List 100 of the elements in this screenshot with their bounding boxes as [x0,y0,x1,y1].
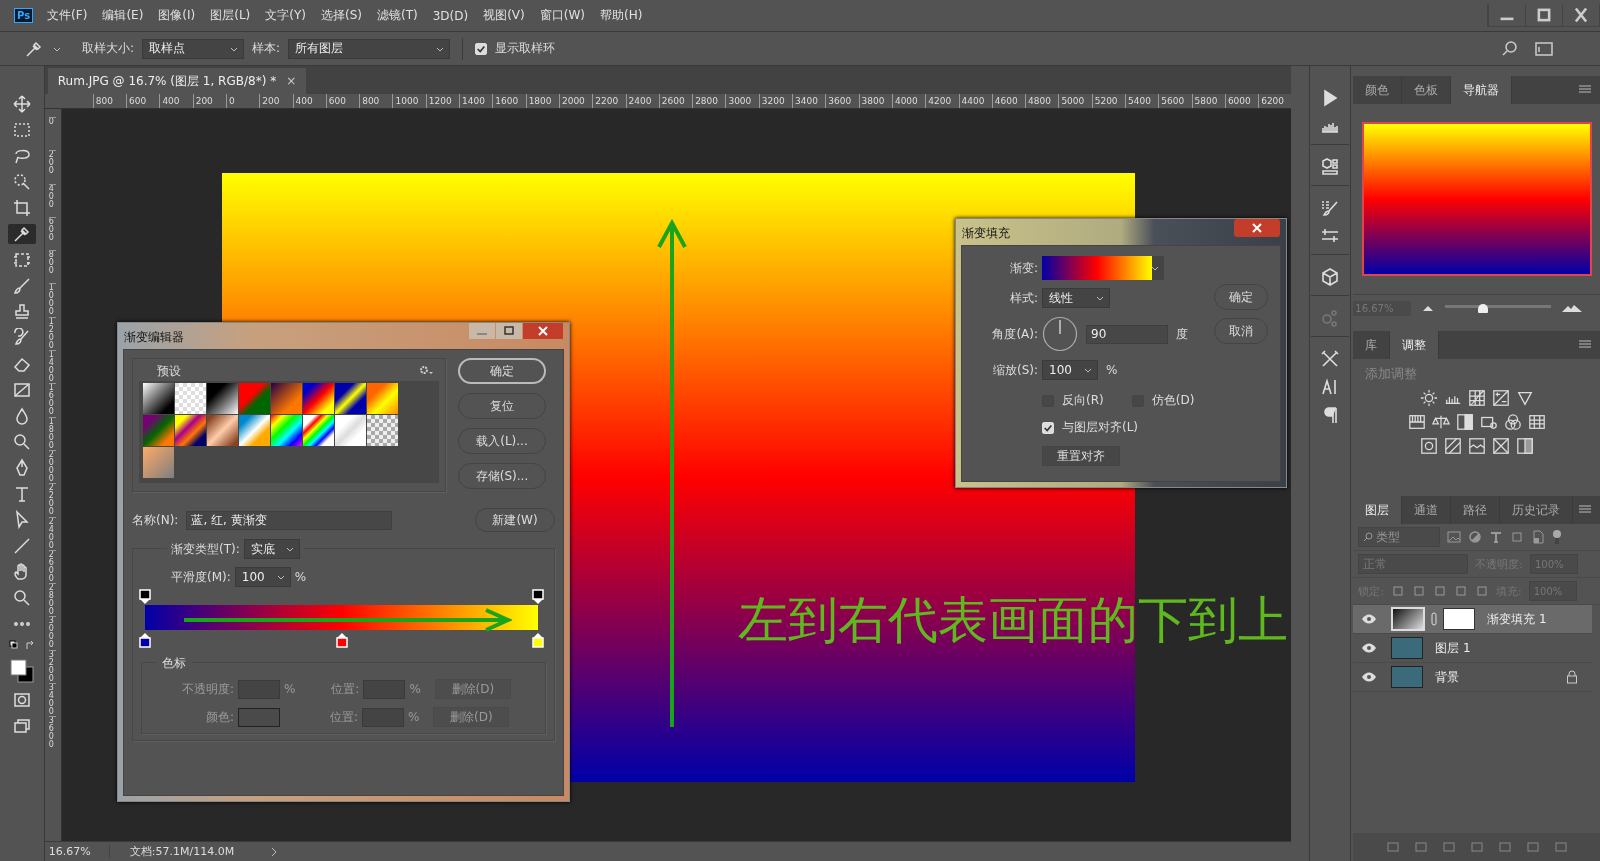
selective-color-icon[interactable] [1491,437,1510,455]
gear-icon[interactable] [419,365,433,375]
gradient-preset[interactable] [271,415,302,446]
gradient-picker[interactable] [1042,256,1164,280]
balance-icon[interactable] [1431,413,1450,431]
exposure-icon[interactable] [1491,389,1510,407]
dialog-button[interactable]: 存储(S)... [458,463,546,489]
layer-row[interactable]: 背景 [1353,663,1592,692]
ruler-label: 2000 [48,449,56,484]
navigator-preview[interactable] [1361,122,1592,276]
name-field[interactable]: 蓝, 红, 黄渐变 [186,510,393,530]
angle-field[interactable]: 90 [1086,324,1168,344]
menu-icon[interactable] [1578,340,1592,350]
swap-colors-icon[interactable] [8,640,35,652]
color-stop-icon[interactable] [139,632,151,648]
close-button[interactable] [523,323,563,339]
eye-icon[interactable] [1361,643,1378,653]
color-stop-icon[interactable] [532,632,544,648]
opacity-stop-icon[interactable] [532,589,544,605]
menu-item[interactable]: 图像(I) [158,7,196,24]
zoom-in-icon[interactable] [1561,303,1584,313]
type-filter-icon[interactable] [1489,530,1504,544]
scale-field[interactable]: 100 [1042,360,1098,380]
ruler-label: 3000 [48,616,56,650]
tab-close-button[interactable]: × [286,74,297,88]
sample-dropdown[interactable]: 所有图层 [288,38,451,59]
eye-icon[interactable] [1361,672,1378,682]
gradient-preset[interactable] [335,383,366,414]
gradient-preset[interactable] [175,415,206,446]
menu-item[interactable]: 图层(L) [210,7,251,24]
cube-grid-icon[interactable] [1320,157,1341,177]
invert-icon[interactable] [1419,437,1438,455]
panel-tab[interactable]: 通道 [1402,496,1452,524]
degree-unit: 度 [1176,325,1188,343]
layer-row[interactable]: 渐变填充 1 [1353,605,1592,634]
document-tab[interactable]: Rum.JPG @ 16.7% (图层 1, RGB/8*) * × [47,68,307,94]
gradient-preset[interactable] [143,383,174,414]
filter-dropdown[interactable]: 类型 [1358,527,1441,547]
adjustment-filter-icon[interactable] [1468,530,1483,544]
filter-toggle-icon[interactable] [1552,529,1563,545]
menu-item[interactable]: 文件(F) [47,7,88,24]
panel-tab[interactable]: 颜色 [1353,76,1403,104]
menu-item[interactable]: 编辑(E) [102,7,144,24]
maximize-button[interactable] [496,323,522,339]
sample-size-dropdown[interactable]: 取样点 [142,38,245,59]
dialog-button[interactable]: 确定 [1214,284,1268,310]
gradient-preset[interactable] [207,383,238,414]
eye-icon[interactable] [1361,614,1378,624]
menu-item[interactable]: 3D(D) [432,8,469,23]
color-stop-icon[interactable] [335,632,348,648]
smart-object-filter-icon[interactable] [1531,530,1546,544]
posterize-icon[interactable] [1443,437,1462,455]
zoom-level[interactable]: 16.67% [44,845,110,858]
close-button[interactable] [1234,219,1280,237]
gradient-type-dropdown[interactable]: 实底 [243,539,300,559]
panel-tab[interactable]: 调整 [1390,331,1440,359]
color-swatches-icon[interactable] [8,658,35,684]
reset-align-button[interactable]: 重置对齐 [1042,446,1120,466]
ruler-label: 5200 [1091,94,1125,108]
panel-tab[interactable]: 图层 [1353,496,1403,524]
dialog-button[interactable]: 取消 [1214,318,1268,344]
sun-icon[interactable] [1419,389,1438,407]
crossed-tools-icon[interactable] [1320,349,1341,369]
brush-list-icon[interactable] [1320,198,1341,218]
menu-item[interactable]: 窗口(W) [539,7,585,24]
menu-icon[interactable] [1578,505,1592,515]
eyedropper-icon[interactable] [7,224,36,244]
hue-bars-icon[interactable] [1407,413,1426,431]
chevron-right-icon[interactable] [269,846,278,857]
panel-tab[interactable]: 历史记录 [1500,496,1574,524]
gradient-preset[interactable] [303,415,334,446]
panel-tab[interactable]: 路径 [1451,496,1501,524]
opacity-stop-icon[interactable] [139,589,151,605]
smoothness-field[interactable]: 100 [234,567,291,587]
grid-icon[interactable] [1527,413,1546,431]
menu-item[interactable]: 文字(Y) [265,7,306,24]
circles-icon[interactable] [1503,413,1522,431]
angle-dial[interactable] [1042,316,1078,352]
gradient-map-icon[interactable] [1515,437,1534,455]
half-square-icon[interactable] [1455,413,1474,431]
gradient-preset[interactable] [271,383,302,414]
dialog-button[interactable]: 复位 [458,393,546,419]
style-dropdown[interactable]: 线性 [1042,288,1110,308]
menu-item[interactable]: 滤镜(T) [377,7,418,24]
menu-item[interactable]: 帮助(H) [600,7,643,24]
threshold-icon[interactable] [1467,437,1486,455]
gradient-preset[interactable] [303,383,334,414]
dialog-button[interactable]: 确定 [458,358,546,384]
triangle-icon[interactable] [1515,389,1534,407]
menu-item[interactable]: 选择(S) [321,7,362,24]
layer-row[interactable]: 图层 1 [1353,634,1592,663]
dialog-button[interactable]: 载入(L)... [458,428,546,454]
new-button[interactable]: 新建(W) [475,508,555,532]
menu-icon[interactable] [1578,85,1592,95]
cube-icon[interactable] [1320,267,1341,287]
zoom-out-icon[interactable] [1421,304,1436,312]
panel-tab[interactable]: 导航器 [1451,76,1513,104]
menu-item[interactable]: 视图(V) [483,7,525,24]
image-filter-icon[interactable] [1447,530,1462,544]
curves-icon[interactable] [1467,389,1486,407]
